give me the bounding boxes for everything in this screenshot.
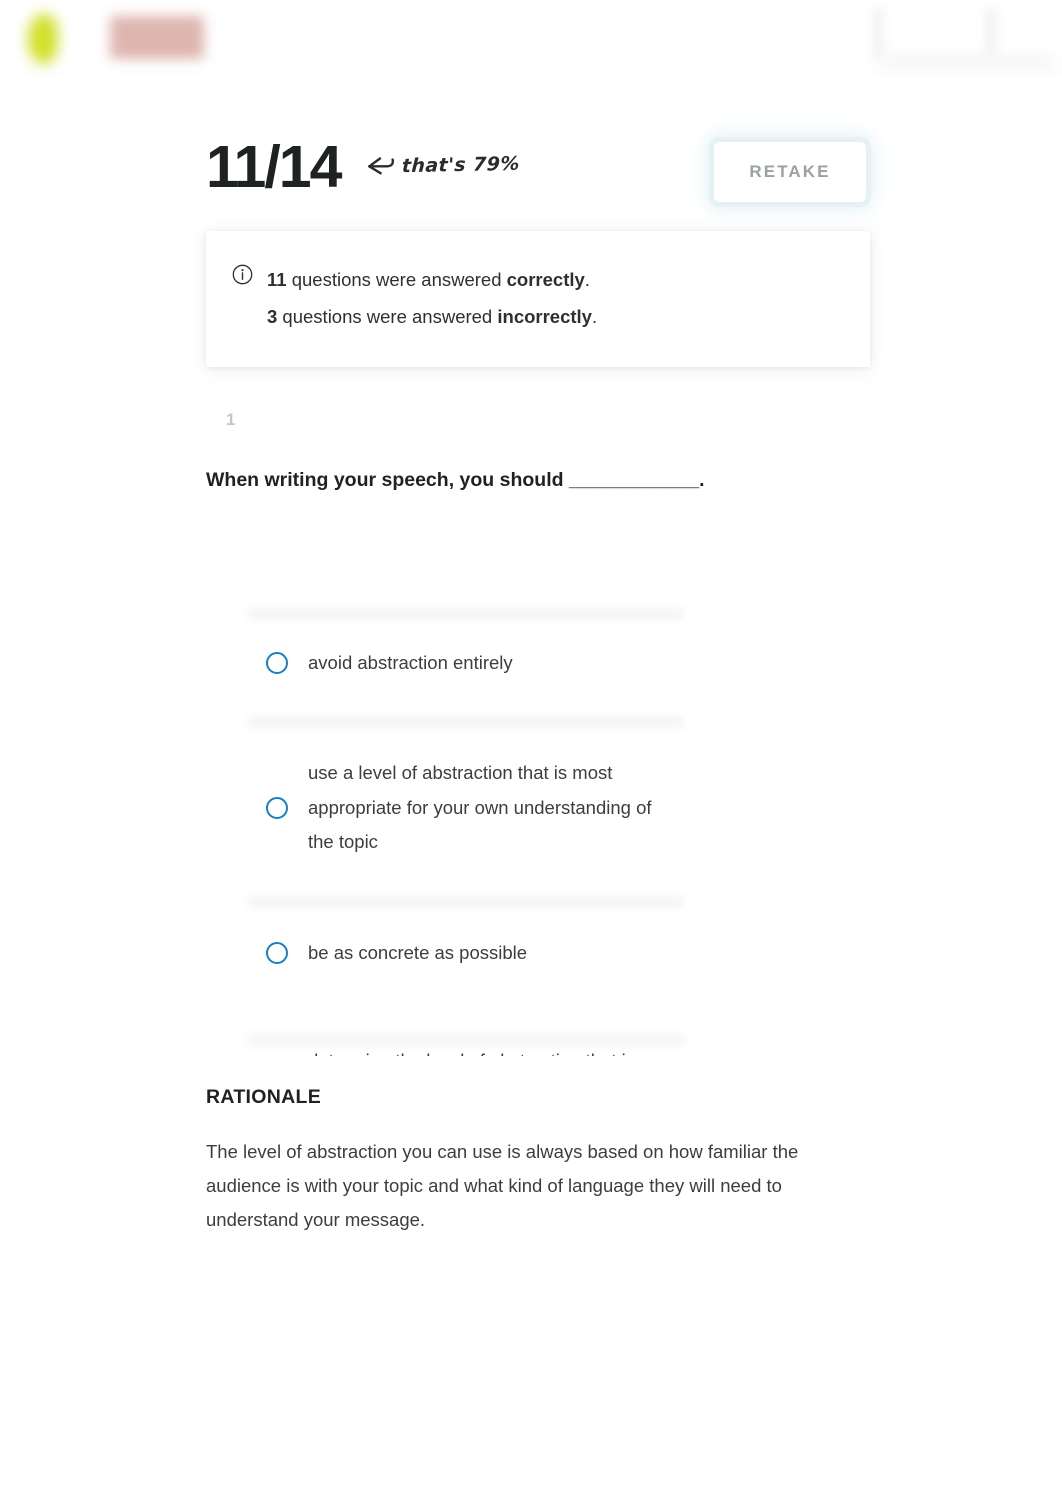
incorrect-line-mid: questions were answered: [277, 306, 498, 327]
option-divider: [248, 896, 684, 908]
nav-item-placeholder-1[interactable]: [872, 8, 884, 60]
incorrect-emphasis: incorrectly: [497, 306, 592, 327]
incorrect-count: 3: [267, 306, 278, 327]
top-navigation-bar: [0, 0, 1062, 76]
nav-item-placeholder-2[interactable]: [985, 8, 997, 60]
score-annotation: that's 79%: [366, 152, 520, 178]
results-summary-box: 11 questions were answered correctly. 3 …: [206, 231, 870, 367]
incorrect-line-end: .: [591, 306, 598, 327]
wordmark-redacted[interactable]: [110, 16, 204, 59]
correct-line-end: .: [584, 269, 590, 290]
option-label: determine the level of abstraction that …: [308, 1044, 674, 1056]
correct-count: 11: [267, 269, 287, 290]
rationale-text: The level of abstraction you can use is …: [206, 1141, 799, 1230]
radio-unselected[interactable]: [266, 796, 288, 819]
curved-left-arrow-icon: [366, 152, 396, 178]
option-row[interactable]: use a level of abstraction that is most …: [206, 756, 674, 860]
option-row[interactable]: determine the level of abstraction that …: [206, 1044, 674, 1056]
score-value: 11/14: [206, 134, 342, 200]
incorrect-count-line: 3 questions were answered incorrectly.: [267, 298, 597, 335]
option-divider: [248, 716, 684, 728]
correct-emphasis: correctly: [506, 269, 585, 290]
answer-options-list: avoid abstraction entirely use a level of…: [206, 536, 870, 1056]
option-row[interactable]: be as concrete as possible: [206, 936, 527, 971]
option-divider: [248, 608, 684, 620]
radio-unselected[interactable]: [266, 652, 288, 675]
question-prompt: When writing your speech, you should ___…: [206, 469, 705, 491]
results-page: 11/14 that's 79% RETAKE 11 questions wer…: [0, 76, 1062, 1506]
score-header: 11/14 that's 79% RETAKE: [206, 134, 870, 244]
correct-marker-empty: [220, 940, 246, 966]
question-number: 1: [226, 410, 236, 429]
option-label: be as concrete as possible: [308, 942, 528, 963]
option-row[interactable]: avoid abstraction entirely: [206, 646, 513, 681]
nav-item-placeholder-3[interactable]: [884, 54, 1054, 70]
radio-unselected[interactable]: [266, 942, 288, 965]
correct-line-mid: questions were answered: [286, 269, 507, 290]
correct-count-line: 11 questions were answered correctly.: [267, 261, 597, 298]
correct-marker-empty: [220, 650, 246, 676]
retake-button[interactable]: RETAKE: [714, 142, 866, 202]
option-label: avoid abstraction entirely: [308, 652, 513, 673]
leaf-logo-icon[interactable]: [28, 14, 58, 64]
correct-marker-empty: [220, 795, 246, 821]
info-circle-icon: [232, 264, 253, 285]
rationale-heading: RATIONALE: [206, 1086, 321, 1108]
score-annotation-text: that's 79%: [401, 152, 521, 178]
option-label: use a level of abstraction that is most …: [308, 762, 652, 852]
rationale-section: RATIONALE The level of abstraction you c…: [206, 1086, 826, 1237]
